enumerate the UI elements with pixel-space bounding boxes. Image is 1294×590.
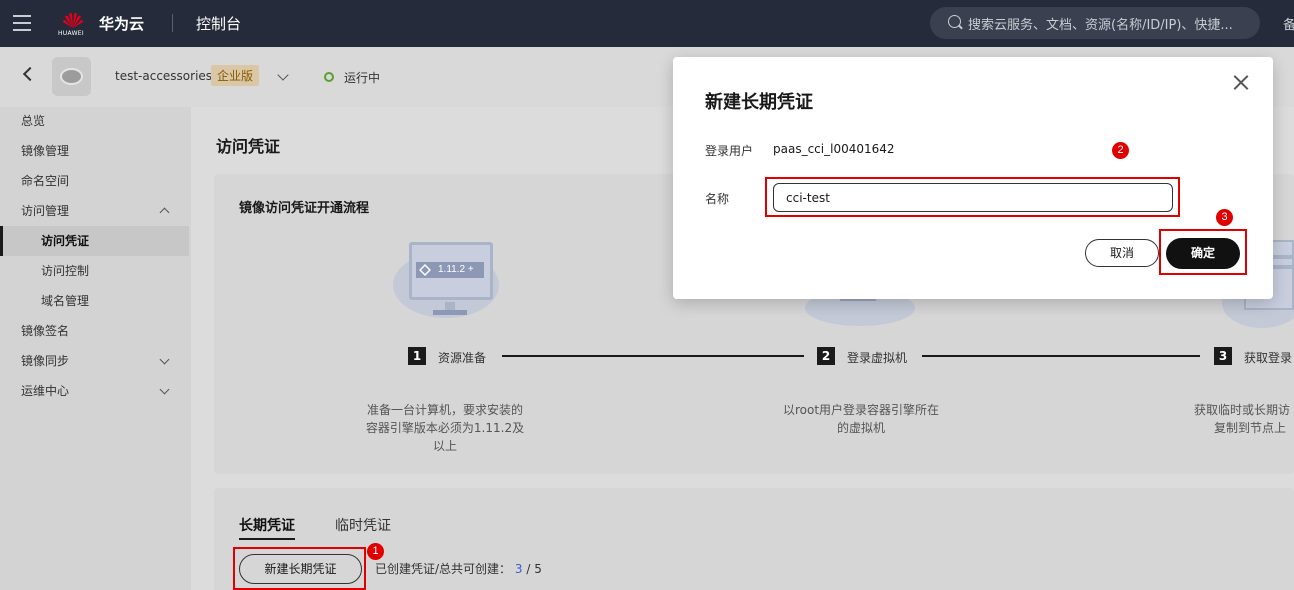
quota-label: 已创建凭证/总共可创建：	[375, 562, 512, 576]
sidebar-item-image-sync[interactable]: 镜像同步	[0, 346, 189, 376]
console-link[interactable]: 控制台	[196, 13, 241, 34]
active-tab-indicator	[239, 538, 295, 540]
step-label: 登录虚拟机	[847, 351, 908, 365]
sidebar-item-label: 运维中心	[21, 384, 70, 398]
instance-name: test-accessories	[115, 69, 213, 83]
step-label: 获取登录	[1244, 351, 1293, 365]
quota-current: 3	[514, 562, 523, 576]
sidebar-item-image-signing[interactable]: 镜像签名	[0, 316, 189, 346]
edition-badge: 企业版	[211, 65, 260, 86]
highlight-box-name	[765, 177, 1180, 217]
chevron-down-icon	[159, 354, 170, 365]
login-user-label: 登录用户	[705, 144, 754, 158]
step-description-line: 以root用户登录容器引擎所在	[782, 403, 940, 417]
highlight-box-confirm	[1159, 229, 1247, 275]
global-search-input[interactable]: 搜索云服务、文档、资源(名称/ID/IP)、快捷...	[930, 7, 1260, 39]
step-description: 准备一台计算机，要求安装的 容器引擎版本必须为1.11.2及 以上	[350, 401, 540, 455]
step-number: 3	[1214, 347, 1232, 365]
step-description: 获取临时或长期访 复制到节点上	[1194, 401, 1294, 437]
step-label: 资源准备	[438, 351, 487, 365]
step-description-line: 准备一台计算机，要求安装的	[366, 403, 523, 417]
annotation-badge: 3	[1216, 209, 1233, 226]
sidebar-item-access-control[interactable]: 访问控制	[0, 256, 189, 286]
name-label: 名称	[705, 192, 730, 206]
tab-temporary-credential[interactable]: 临时凭证	[335, 515, 391, 535]
dialog-title: 新建长期凭证	[705, 92, 813, 113]
instance-status: 运行中	[344, 71, 381, 85]
highlight-box-create	[233, 547, 366, 590]
step-number: 2	[817, 347, 835, 365]
quota-total: 5	[534, 562, 542, 576]
sidebar-item-overview[interactable]: 总览	[0, 106, 189, 136]
search-placeholder: 搜索云服务、文档、资源(名称/ID/IP)、快捷...	[968, 18, 1233, 33]
login-user-value: paas_cci_l00401642	[773, 142, 895, 156]
quota-text: 已创建凭证/总共可创建： 3 / 5	[375, 560, 542, 577]
chevron-down-icon	[159, 384, 170, 395]
sidebar-item-label: 镜像同步	[21, 354, 70, 368]
quota-separator: /	[522, 562, 535, 576]
sidebar-item-image-management[interactable]: 镜像管理	[0, 136, 189, 166]
version-badge-text: 1.11.2 +	[438, 264, 474, 275]
step-connector	[502, 355, 804, 357]
search-icon	[948, 15, 961, 28]
top-navigation-bar: HUAWEI 华为云 控制台 搜索云服务、文档、资源(名称/ID/IP)、快捷.…	[0, 0, 1294, 47]
annotation-badge: 1	[367, 543, 384, 560]
sidebar-item-domain-management[interactable]: 域名管理	[0, 286, 189, 316]
step-number: 1	[408, 347, 426, 365]
status-dot-icon	[324, 72, 334, 82]
sidebar-item-namespaces[interactable]: 命名空间	[0, 166, 189, 196]
step-description-line: 的虚拟机	[836, 421, 885, 435]
chevron-up-icon	[159, 207, 170, 218]
step-description-line: 容器引擎版本必须为1.11.2及	[365, 421, 525, 435]
tab-long-term-credential[interactable]: 长期凭证	[239, 515, 295, 535]
topbar-filing-link[interactable]: 备	[1283, 14, 1294, 33]
back-arrow-icon[interactable]	[22, 66, 38, 82]
step-description-line: 复制到节点上	[1214, 421, 1287, 435]
annotation-badge: 2	[1112, 142, 1129, 159]
monitor-illustration: 1.11.2 +	[393, 240, 503, 320]
page-title: 访问凭证	[216, 137, 281, 156]
brand-name[interactable]: 华为云	[99, 13, 144, 34]
menu-icon[interactable]	[13, 15, 31, 31]
step-description-line: 以上	[432, 439, 457, 453]
instance-switch-chevron-down-icon[interactable]	[277, 69, 289, 81]
step-description: 以root用户登录容器引擎所在 的虚拟机	[770, 401, 952, 437]
sidebar-item-access-management[interactable]: 访问管理	[0, 196, 189, 226]
service-icon	[52, 57, 91, 96]
step-description-line: 获取临时或长期访	[1194, 403, 1291, 417]
flow-card-title: 镜像访问凭证开通流程	[239, 201, 370, 216]
huawei-wordmark: HUAWEI	[58, 30, 84, 37]
sidebar-item-ops-center[interactable]: 运维中心	[0, 376, 189, 406]
close-icon[interactable]	[1232, 73, 1250, 91]
step-connector	[922, 355, 1200, 357]
header-divider	[172, 14, 173, 32]
sidebar-item-access-credentials[interactable]: 访问凭证	[0, 226, 189, 256]
cancel-button[interactable]: 取消	[1085, 239, 1159, 267]
sidebar-item-label: 访问管理	[21, 204, 70, 218]
